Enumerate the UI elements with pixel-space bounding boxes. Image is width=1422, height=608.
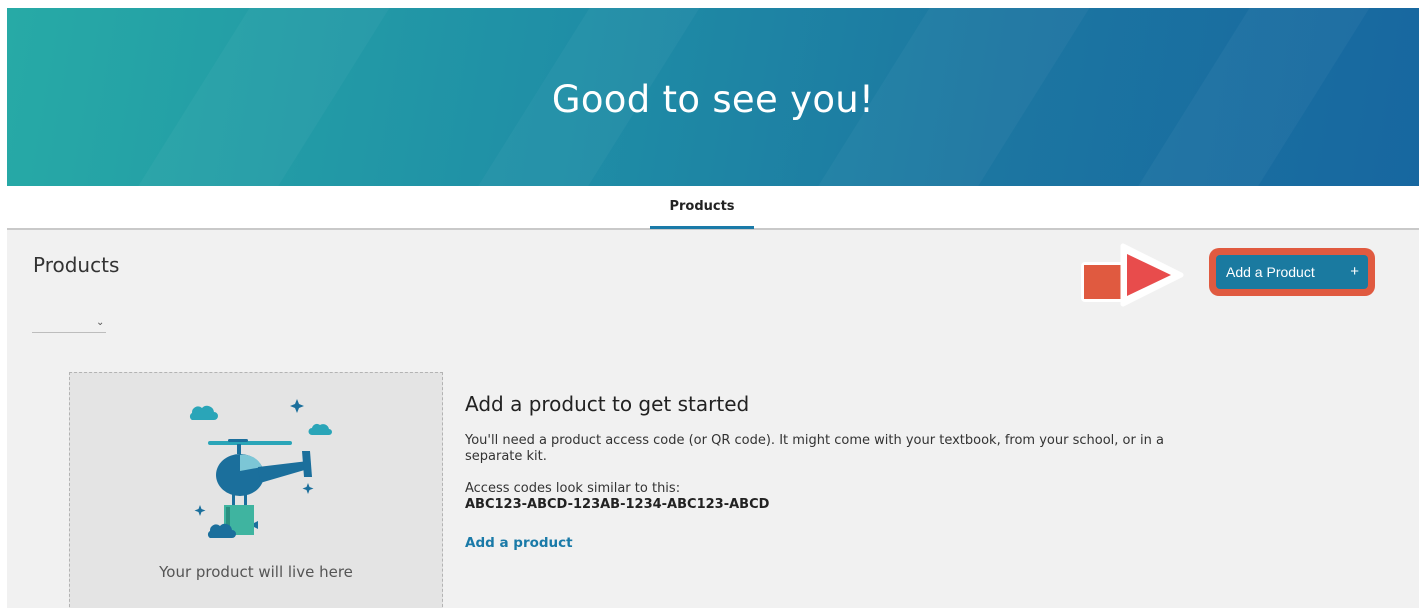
access-code-example: ABC123-ABCD-123AB-1234-ABC123-ABCD bbox=[465, 497, 770, 512]
welcome-title: Good to see you! bbox=[551, 78, 875, 121]
empty-state-info: Add a product to get started You'll need… bbox=[465, 392, 1245, 551]
products-heading: Products bbox=[33, 253, 120, 277]
chevron-down-icon: ⌄ bbox=[96, 317, 105, 328]
product-placeholder-card: Your product will live here bbox=[69, 372, 443, 608]
products-filter-dropdown[interactable]: ⌄ bbox=[32, 317, 106, 333]
add-product-button[interactable]: Add a Product + bbox=[1216, 255, 1368, 289]
add-product-label: Add a Product bbox=[1226, 264, 1315, 280]
placeholder-caption: Your product will live here bbox=[159, 563, 353, 581]
tab-products[interactable]: Products bbox=[650, 186, 754, 229]
welcome-banner: Good to see you! bbox=[7, 8, 1419, 186]
arrow-pointer-icon bbox=[1081, 243, 1184, 307]
plus-icon: + bbox=[1350, 263, 1359, 280]
add-product-highlight: Add a Product + bbox=[1209, 248, 1375, 296]
helicopter-illustration-icon bbox=[189, 399, 332, 538]
access-code-hint: Access codes look similar to this: bbox=[465, 481, 681, 496]
app-frame: Good to see you! Products Products ⌄ Add… bbox=[7, 8, 1419, 608]
tab-bar: Products bbox=[7, 186, 1419, 230]
add-product-link[interactable]: Add a product bbox=[465, 535, 573, 551]
empty-state-description: You'll need a product access code (or QR… bbox=[465, 433, 1164, 464]
empty-state-title: Add a product to get started bbox=[465, 392, 750, 416]
